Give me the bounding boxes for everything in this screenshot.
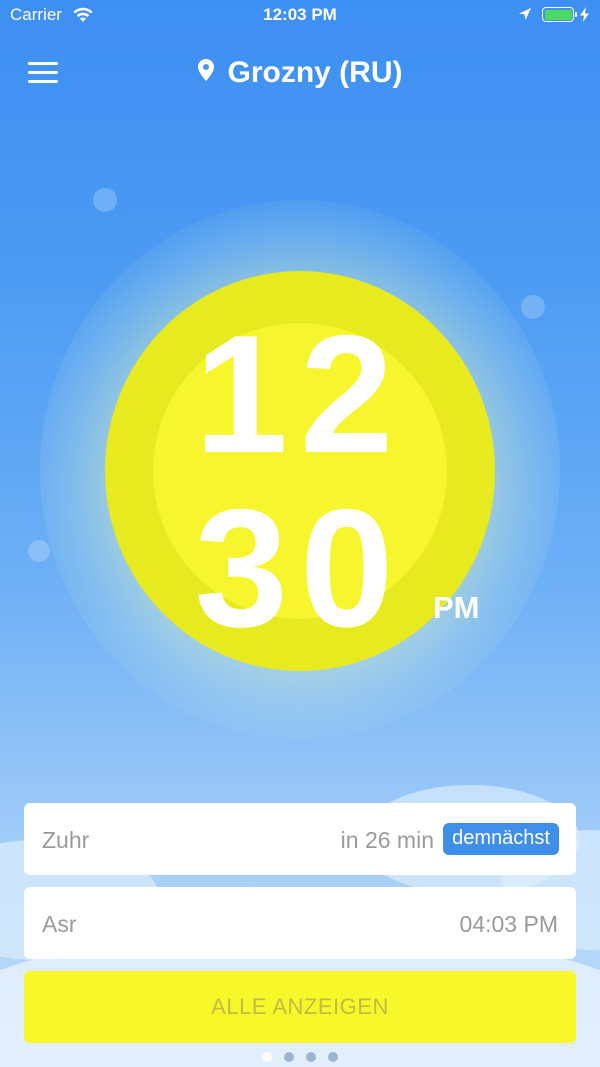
battery-icon (542, 7, 574, 22)
prayer-card-zuhr[interactable]: Zuhr in 26 min demnächst (24, 803, 576, 875)
decorative-bubble (93, 188, 117, 212)
page-dot[interactable] (328, 1052, 338, 1062)
location-label: Grozny (RU) (227, 56, 403, 89)
upcoming-badge: demnächst (443, 823, 559, 855)
show-all-button[interactable]: ALLE ANZEIGEN (24, 971, 576, 1043)
status-time: 12:03 PM (263, 5, 337, 24)
clock-ampm: PM (433, 590, 480, 625)
prayer-card-asr[interactable]: Asr 04:03 PM (24, 887, 576, 959)
location-pin-icon (197, 59, 214, 82)
clock-minute: 30 (194, 474, 406, 662)
header: Grozny (RU) (0, 48, 600, 100)
page-dot[interactable] (284, 1052, 294, 1062)
location-title[interactable]: Grozny (RU) (0, 56, 600, 90)
status-bar: Carrier 12:03 PM (0, 0, 600, 32)
clock-hour: 12 (194, 300, 406, 488)
location-arrow-icon (519, 8, 531, 20)
prayer-name: Zuhr (42, 827, 90, 853)
page-indicator (0, 1049, 600, 1062)
prayer-name: Asr (42, 911, 77, 937)
charging-bolt-icon (580, 7, 589, 22)
battery-cap (575, 12, 577, 17)
prayer-time: 04:03 PM (459, 911, 558, 937)
page-dot[interactable] (262, 1052, 272, 1062)
page-dot[interactable] (306, 1052, 316, 1062)
prayer-time: in 26 min (340, 827, 434, 853)
